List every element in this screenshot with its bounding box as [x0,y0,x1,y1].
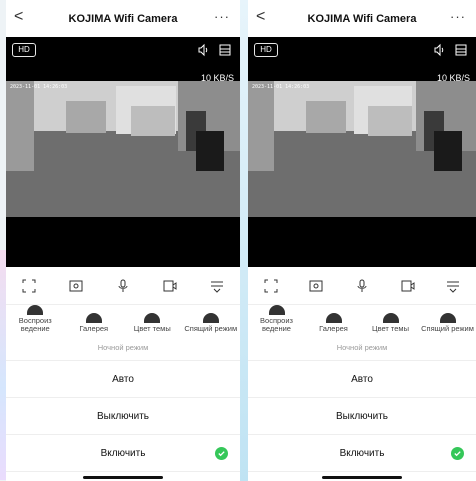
option-on[interactable]: Включить [248,435,476,472]
sleep-mode-icon [202,313,219,323]
feature-row: Воспроиз ведение Галерея Цвет темы Спящи… [6,305,240,335]
screenshot-root: < KOJIMA Wifi Camera ··· HD 10 KB/S 2023… [0,0,476,481]
page-title: KOJIMA Wifi Camera [68,12,178,25]
playback-icon [27,305,44,315]
option-label: Выключить [96,410,150,422]
feature-sleep-mode[interactable]: Спящий режим [182,313,241,333]
quality-button[interactable]: HD [12,43,36,57]
menu-icon[interactable] [218,43,232,57]
option-label: Авто [351,373,373,385]
header-bar: < KOJIMA Wifi Camera ··· [248,0,476,37]
microphone-icon[interactable] [353,277,371,295]
feature-label: Цвет темы [133,324,171,333]
collapse-icon[interactable] [208,277,226,295]
camera-frame: 2023-11-01 14:26:03 [248,81,476,217]
collapse-icon[interactable] [444,277,462,295]
speaker-icon[interactable] [432,43,446,57]
home-indicator [83,476,163,479]
more-icon[interactable]: ··· [450,9,466,24]
camera-frame: 2023-11-01 14:26:03 [6,81,240,217]
record-icon[interactable] [399,277,417,295]
feature-theme-color[interactable]: Цвет темы [362,313,419,333]
option-auto[interactable]: Авто [6,361,240,398]
live-video-view[interactable]: HD 10 KB/S 2023-11-01 14:26:03 [6,37,240,267]
option-auto[interactable]: Авто [248,361,476,398]
feature-label: Воспроиз ведение [18,316,52,333]
option-label: Авто [112,373,134,385]
snapshot-icon[interactable] [307,277,325,295]
option-label: Включить [100,447,146,459]
control-toolbar [6,267,240,305]
phone-screen-left: < KOJIMA Wifi Camera ··· HD 10 KB/S 2023… [6,0,240,481]
fullscreen-icon[interactable] [20,277,38,295]
feature-playback[interactable]: Воспроиз ведение [6,305,65,333]
timestamp-overlay: 2023-11-01 14:26:03 [252,84,310,90]
phone-screen-right: < KOJIMA Wifi Camera ··· HD 10 KB/S 2023… [248,0,476,481]
feature-sleep-mode[interactable]: Спящий режим [419,313,476,333]
office-scene-image [248,81,476,217]
speaker-icon[interactable] [196,43,210,57]
more-icon[interactable]: ··· [214,9,230,24]
option-label: Включить [339,447,385,459]
night-mode-title: Ночной режим [248,335,476,361]
gallery-icon [85,313,102,323]
page-title: KOJIMA Wifi Camera [307,12,417,25]
feature-label: Галерея [319,324,348,333]
feature-label: Спящий режим [184,324,238,333]
check-icon [215,447,228,460]
quality-button[interactable]: HD [254,43,278,57]
snapshot-icon[interactable] [67,277,85,295]
feature-label: Спящий режим [421,324,474,333]
option-label: Выключить [335,410,389,422]
check-icon [451,447,464,460]
home-indicator [322,476,402,479]
office-scene-image [6,81,240,217]
back-icon[interactable]: < [14,9,23,25]
option-off[interactable]: Выключить [6,398,240,435]
night-mode-title: Ночной режим [6,335,240,361]
timestamp-overlay: 2023-11-01 14:26:03 [10,84,68,90]
feature-gallery[interactable]: Галерея [65,313,124,333]
header-bar: < KOJIMA Wifi Camera ··· [6,0,240,37]
record-icon[interactable] [161,277,179,295]
feature-gallery[interactable]: Галерея [305,313,362,333]
control-toolbar [248,267,476,305]
theme-color-icon [382,313,399,323]
feature-label: Галерея [79,324,109,333]
feature-theme-color[interactable]: Цвет темы [123,313,182,333]
feature-label: Цвет темы [372,324,409,333]
gallery-icon [325,313,342,323]
fullscreen-icon[interactable] [262,277,280,295]
option-off[interactable]: Выключить [248,398,476,435]
feature-label: Воспроиз ведение [260,316,293,333]
microphone-icon[interactable] [114,277,132,295]
live-video-view[interactable]: HD 10 KB/S 2023-11-01 14:26:03 [248,37,476,267]
feature-playback[interactable]: Воспроиз ведение [248,305,305,333]
feature-row: Воспроиз ведение Галерея Цвет темы Спящи… [248,305,476,335]
option-on[interactable]: Включить [6,435,240,472]
sleep-mode-icon [439,313,456,323]
back-icon[interactable]: < [256,9,265,25]
playback-icon [268,305,285,315]
menu-icon[interactable] [454,43,468,57]
theme-color-icon [144,313,161,323]
